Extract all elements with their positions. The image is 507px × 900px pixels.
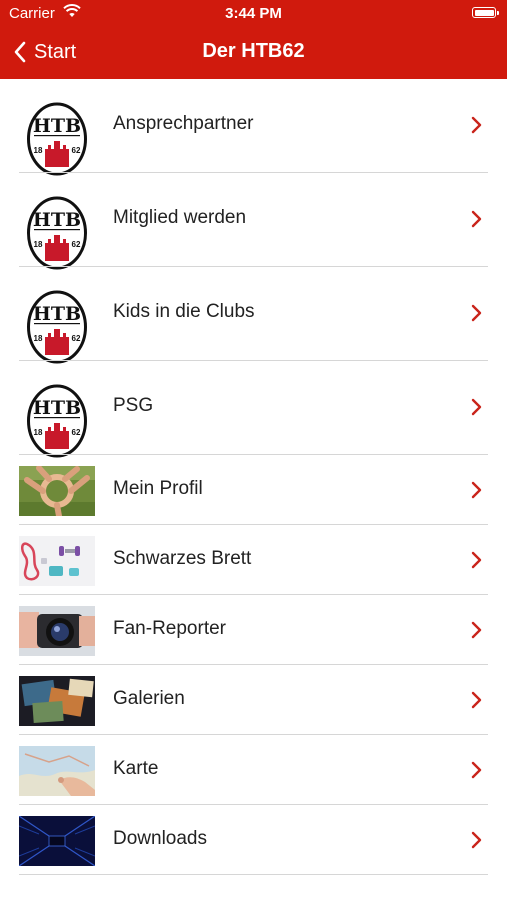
logo-letters: HTB [33,303,81,325]
list-item-label: Schwarzes Brett [113,548,252,569]
htb-logo-icon: HTB 18 62 [20,383,94,459]
list-item-schwarzes-brett[interactable]: Schwarzes Brett [0,525,507,595]
list-item-kids-in-die-clubs[interactable]: HTB 18 62 Kids in die Clubs [0,267,507,364]
menu-list: HTB 18 62 Ansprechpartner HTB 18 62 Mitg… [0,79,507,875]
status-bar: Carrier 3:44 PM [0,0,507,28]
list-item-fan-reporter[interactable]: Fan-Reporter [0,595,507,665]
list-item-label: Mein Profil [113,478,203,499]
hands-photo-icon [19,466,95,516]
chevron-right-icon [471,398,482,416]
chevron-right-icon [471,210,482,228]
list-item-psg[interactable]: HTB 18 62 PSG [0,361,507,458]
list-item-galerien[interactable]: Galerien [0,665,507,735]
list-item-label: Fan-Reporter [113,618,226,639]
logo-letters: HTB [33,115,81,137]
chevron-right-icon [471,831,482,849]
htb-logo-icon: HTB 18 62 [20,101,94,177]
chevron-right-icon [471,551,482,569]
chevron-right-icon [471,761,482,779]
logo-year-left: 18 [34,146,43,155]
list-item-label: Mitglied werden [113,207,247,228]
photos-photo-icon [19,676,95,726]
battery-icon [472,7,499,18]
logo-letters: HTB [33,397,81,419]
map-photo-icon [19,746,95,796]
list-item-label: PSG [113,395,154,416]
chevron-right-icon [471,621,482,639]
logo-letters: HTB [33,209,81,231]
list-item-mein-profil[interactable]: Mein Profil [0,455,507,525]
list-item-ansprechpartner[interactable]: HTB 18 62 Ansprechpartner [0,79,507,176]
htb-logo-icon: HTB 18 62 [20,289,94,365]
chevron-right-icon [471,691,482,709]
list-item-label: Ansprechpartner [113,113,254,134]
data-tunnel-photo-icon [19,816,95,866]
camera-photo-icon [19,606,95,656]
logo-year-left: 18 [34,240,43,249]
logo-year-right: 62 [72,334,81,343]
list-item-label: Galerien [113,688,185,709]
list-item-karte[interactable]: Karte [0,735,507,805]
htb-logo-icon: HTB 18 62 [20,195,94,271]
list-item-label: Karte [113,758,159,779]
chevron-right-icon [471,304,482,322]
list-item-label: Kids in die Clubs [113,301,255,322]
navigation-bar: Carrier 3:44 PM Start Der HTB62 [0,0,507,79]
logo-year-right: 62 [72,240,81,249]
status-time: 3:44 PM [225,5,282,22]
list-item-label: Downloads [113,828,207,849]
logo-year-right: 62 [72,428,81,437]
logo-year-left: 18 [34,428,43,437]
page-title: Der HTB62 [202,40,305,62]
chevron-right-icon [471,481,482,499]
divider [19,874,488,875]
list-item-downloads[interactable]: Downloads [0,805,507,875]
chevron-right-icon [471,116,482,134]
fitness-equipment-photo-icon [19,536,95,586]
logo-year-left: 18 [34,334,43,343]
list-item-mitglied-werden[interactable]: HTB 18 62 Mitglied werden [0,173,507,270]
logo-year-right: 62 [72,146,81,155]
